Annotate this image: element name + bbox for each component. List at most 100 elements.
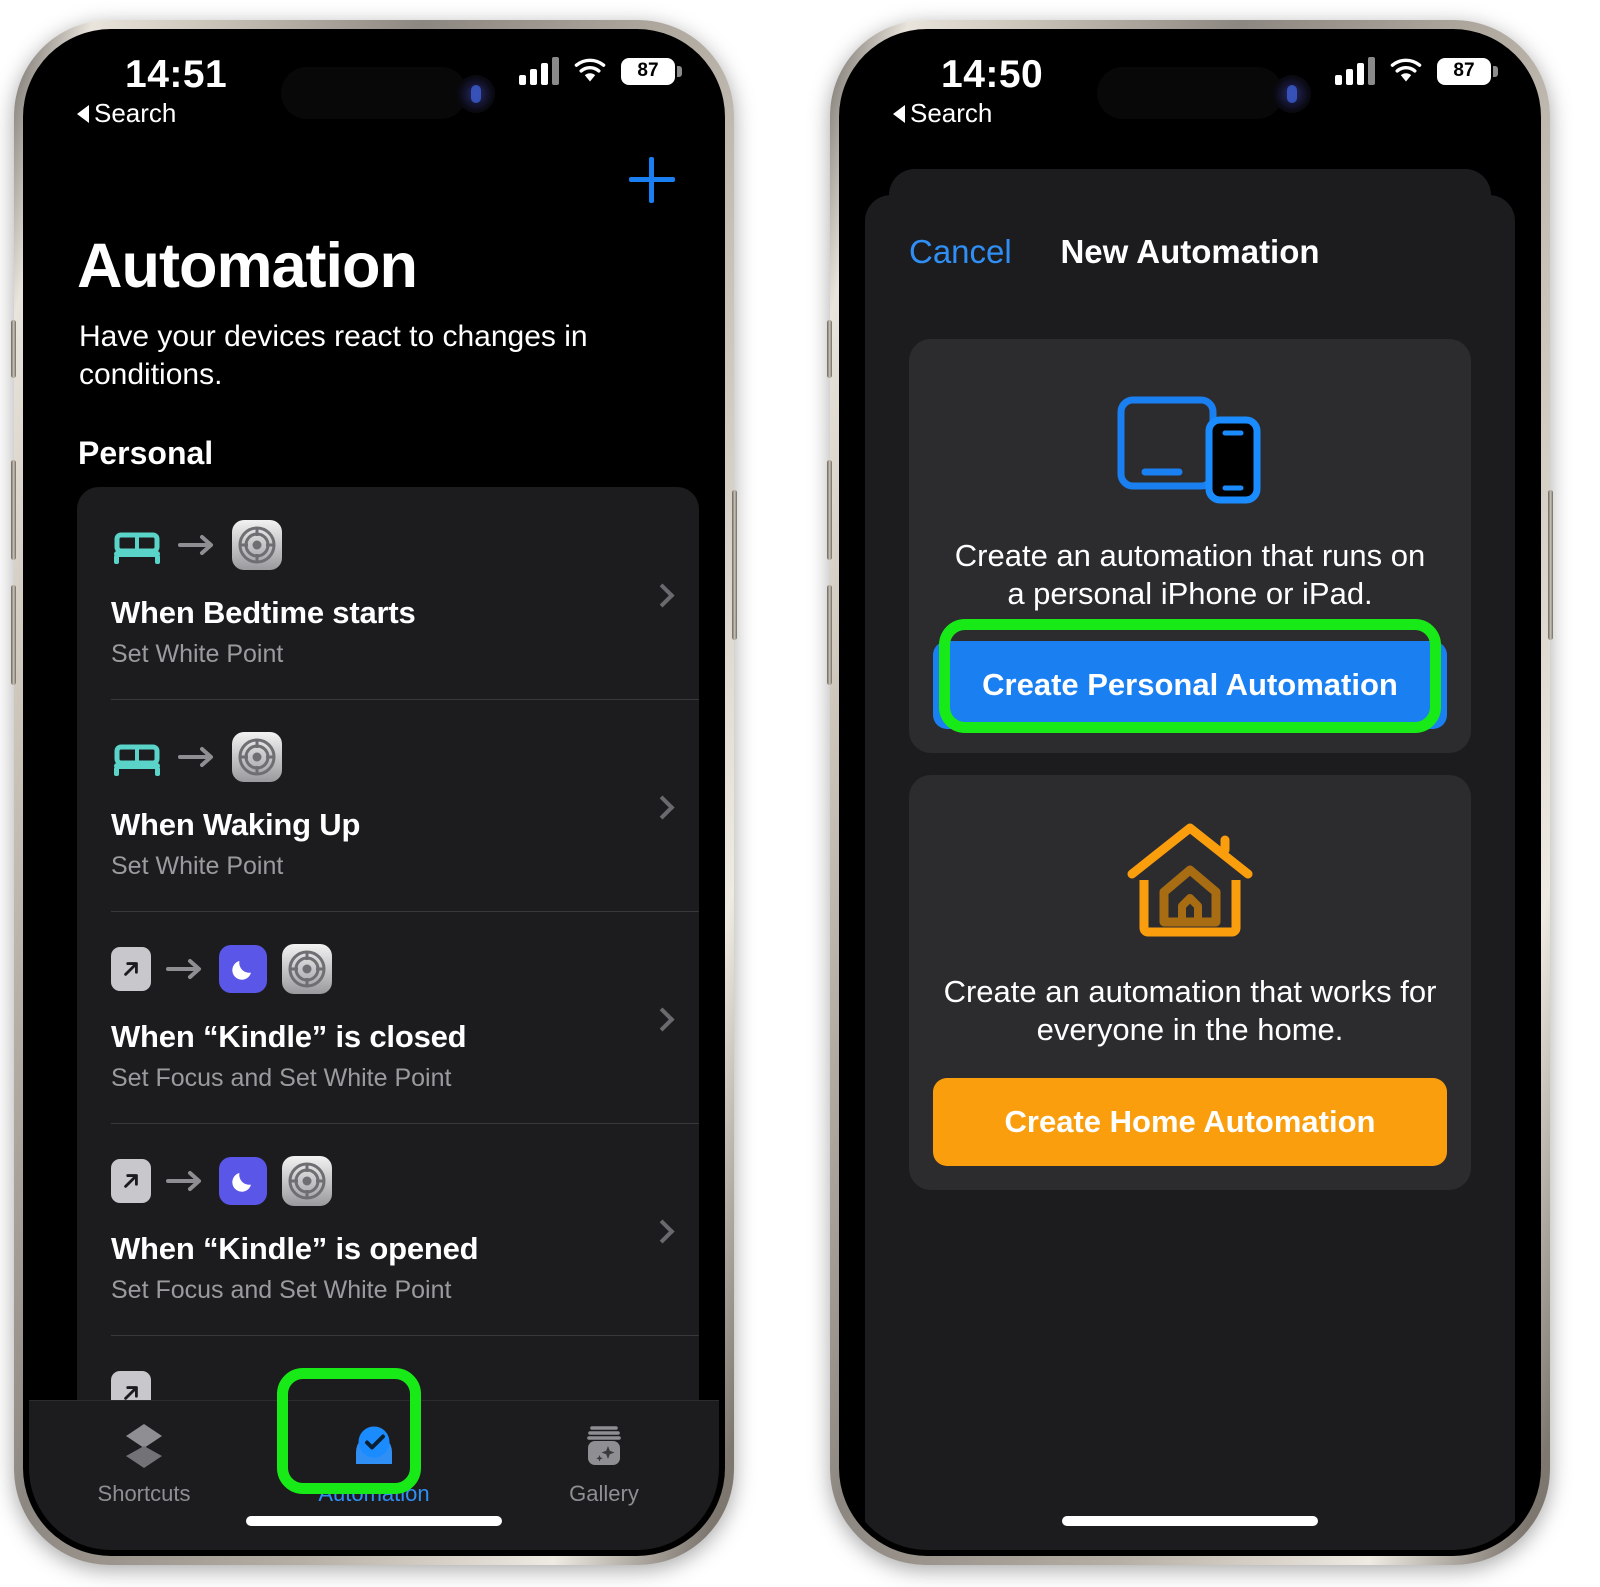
personal-automation-description: Create an automation that runs on a pers…: [954, 538, 1426, 612]
arrow-right-icon: [165, 1168, 205, 1194]
automation-subtitle: Set Focus and Set White Point: [111, 1276, 452, 1304]
cellular-bars-icon: [1335, 57, 1375, 85]
status-time: 14:51: [125, 53, 228, 96]
battery-level: 87: [1453, 60, 1475, 81]
tab-bar: Shortcuts Automation Gallery: [29, 1400, 719, 1550]
tab-label: Shortcuts: [97, 1481, 191, 1506]
home-indicator[interactable]: [246, 1516, 502, 1526]
power-button[interactable]: [732, 490, 737, 640]
page-subtitle: Have your devices react to changes in co…: [79, 320, 588, 392]
automation-subtitle: Set White Point: [111, 640, 284, 668]
volume-up-button[interactable]: [11, 460, 16, 560]
arrow-right-icon: [177, 744, 217, 770]
focus-moon-icon: [219, 1157, 267, 1205]
row-icons: [111, 1155, 699, 1207]
personal-automation-card: Create an automation that runs on a pers…: [909, 339, 1471, 754]
arrow-right-icon: [177, 532, 217, 558]
sheet-navigation-bar: Cancel New Automation: [865, 195, 1515, 311]
settings-gear-icon: [231, 731, 283, 783]
sheet-title: New Automation: [1060, 233, 1320, 270]
new-automation-screen: 14:50 Search 87 Cancel New Automation Cr…: [845, 35, 1535, 1550]
phone-screen-left: 14:51 Search 87 Automation Have your dev…: [29, 35, 719, 1550]
phone-bezel: 14:50 Search 87 Cancel New Automation Cr…: [839, 29, 1541, 1556]
table-row[interactable]: When Bedtime starts Set White Point: [77, 487, 699, 699]
home-indicator[interactable]: [1062, 1516, 1318, 1526]
settings-gear-icon: [231, 519, 283, 571]
battery-level: 87: [637, 60, 659, 81]
row-icons: [111, 731, 699, 783]
focus-moon-icon: [219, 945, 267, 993]
front-camera-icon: [1272, 75, 1311, 113]
back-triangle-icon: [77, 104, 89, 123]
add-automation-button[interactable]: [629, 157, 675, 203]
automation-list: When Bedtime starts Set White Point When…: [77, 487, 699, 1550]
wifi-icon: [1389, 58, 1423, 84]
gallery-jar-icon: [514, 1417, 694, 1475]
front-camera-icon: [456, 75, 495, 113]
row-separator: [111, 911, 699, 912]
tab-label: Automation: [318, 1481, 430, 1506]
dynamic-island: [1097, 67, 1283, 119]
dynamic-island: [281, 67, 467, 119]
automation-title: When Bedtime starts: [111, 595, 416, 630]
wifi-icon: [573, 58, 607, 84]
table-row[interactable]: When Waking Up Set White Point: [77, 699, 699, 911]
battery-icon: 87: [621, 57, 682, 85]
bed-icon: [111, 525, 163, 565]
row-icons: [111, 519, 699, 571]
automation-clock-icon: [284, 1417, 464, 1475]
automation-title: When “Kindle” is opened: [111, 1231, 479, 1266]
row-separator: [111, 699, 699, 700]
create-home-automation-button[interactable]: Create Home Automation: [933, 1077, 1447, 1166]
page-title: Automation: [77, 231, 418, 301]
row-separator: [111, 1123, 699, 1124]
screenshot-stage: 14:51 Search 87 Automation Have your dev…: [0, 0, 1600, 1587]
settings-gear-icon: [281, 943, 333, 995]
cellular-bars-icon: [519, 57, 559, 85]
tab-label: Gallery: [569, 1481, 639, 1506]
phone-screen-right: 14:50 Search 87 Cancel New Automation Cr…: [845, 35, 1535, 1550]
automation-title: When “Kindle” is closed: [111, 1019, 467, 1054]
status-bar: 14:51 Search 87: [29, 35, 719, 147]
back-triangle-icon: [893, 104, 905, 123]
table-row[interactable]: When “Kindle” is closed Set Focus and Se…: [77, 911, 699, 1123]
settings-gear-icon: [281, 1155, 333, 1207]
bed-icon: [111, 737, 163, 777]
back-to-search-link[interactable]: Search: [77, 98, 176, 129]
status-indicators: 87: [519, 57, 682, 85]
back-label: Search: [910, 98, 993, 128]
automation-list-screen: 14:51 Search 87 Automation Have your dev…: [29, 35, 719, 1550]
phone-bezel: 14:51 Search 87 Automation Have your dev…: [23, 29, 725, 1556]
phone-left: 14:51 Search 87 Automation Have your dev…: [11, 20, 737, 1565]
automation-subtitle: Set Focus and Set White Point: [111, 1064, 452, 1092]
arrow-right-icon: [165, 956, 205, 982]
app-open-icon: [111, 1159, 151, 1203]
volume-up-button[interactable]: [827, 460, 832, 560]
power-button[interactable]: [1548, 490, 1553, 640]
volume-down-button[interactable]: [827, 585, 832, 685]
automation-subtitle: Set White Point: [111, 852, 284, 880]
home-automation-card: Create an automation that works for ever…: [909, 775, 1471, 1190]
action-button[interactable]: [827, 320, 832, 378]
row-icons: [111, 943, 699, 995]
action-button[interactable]: [11, 320, 16, 378]
volume-down-button[interactable]: [11, 585, 16, 685]
battery-icon: 87: [1437, 57, 1498, 85]
create-personal-automation-button[interactable]: Create Personal Automation: [933, 641, 1447, 730]
home-automation-description: Create an automation that works for ever…: [943, 974, 1437, 1048]
row-separator: [111, 1335, 699, 1336]
section-header-personal: Personal: [78, 435, 214, 471]
status-indicators: 87: [1335, 57, 1498, 85]
stacked-diamonds-icon: [54, 1417, 234, 1475]
back-label: Search: [94, 98, 177, 128]
automation-title: When Waking Up: [111, 807, 361, 842]
tab-shortcuts[interactable]: Shortcuts: [54, 1417, 234, 1507]
tab-gallery[interactable]: Gallery: [514, 1417, 694, 1507]
table-row[interactable]: When “Kindle” is opened Set Focus and Se…: [77, 1123, 699, 1335]
ipad-iphone-devices-icon: [933, 379, 1447, 511]
status-bar: 14:50 Search 87: [845, 35, 1535, 147]
app-open-icon: [111, 947, 151, 991]
phone-right: 14:50 Search 87 Cancel New Automation Cr…: [827, 20, 1553, 1565]
tab-automation[interactable]: Automation: [284, 1417, 464, 1507]
back-to-search-link[interactable]: Search: [893, 98, 992, 129]
